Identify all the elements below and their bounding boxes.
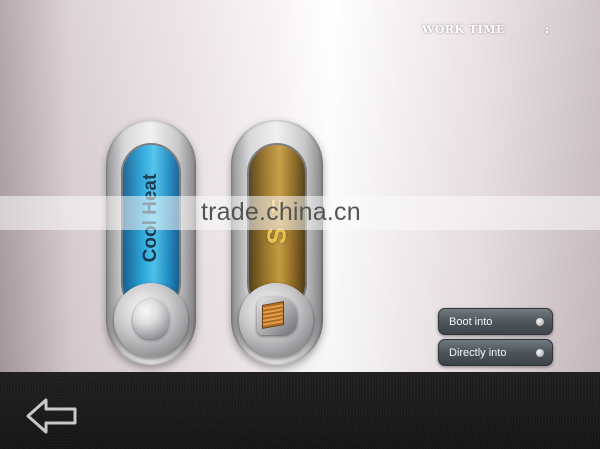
bottom-bar xyxy=(0,372,600,449)
indicator-dot-icon xyxy=(536,318,544,326)
indicator-dot-icon xyxy=(536,349,544,357)
probe-tip-grid xyxy=(262,301,284,329)
cool-heat-handle[interactable]: Cool Heat xyxy=(106,120,196,365)
square-tip-probe-icon[interactable] xyxy=(239,283,313,357)
probe-tip xyxy=(257,297,297,335)
knob-cap xyxy=(133,299,169,339)
back-arrow-icon[interactable] xyxy=(26,397,78,435)
watermark: trade.china.cn xyxy=(201,198,361,226)
app-screen: WORK TIME : Cool Heat S = trade.china.cn… xyxy=(0,0,600,449)
boot-into-button[interactable]: Boot into xyxy=(438,308,553,335)
work-time-value: : xyxy=(545,23,550,36)
work-time-label: WORK TIME xyxy=(422,23,505,36)
boot-into-label: Boot into xyxy=(449,316,493,328)
probe-handle[interactable]: S = xyxy=(231,120,323,365)
directly-into-label: Directly into xyxy=(449,347,507,359)
round-knob-icon[interactable] xyxy=(114,283,188,357)
directly-into-button[interactable]: Directly into xyxy=(438,339,553,366)
